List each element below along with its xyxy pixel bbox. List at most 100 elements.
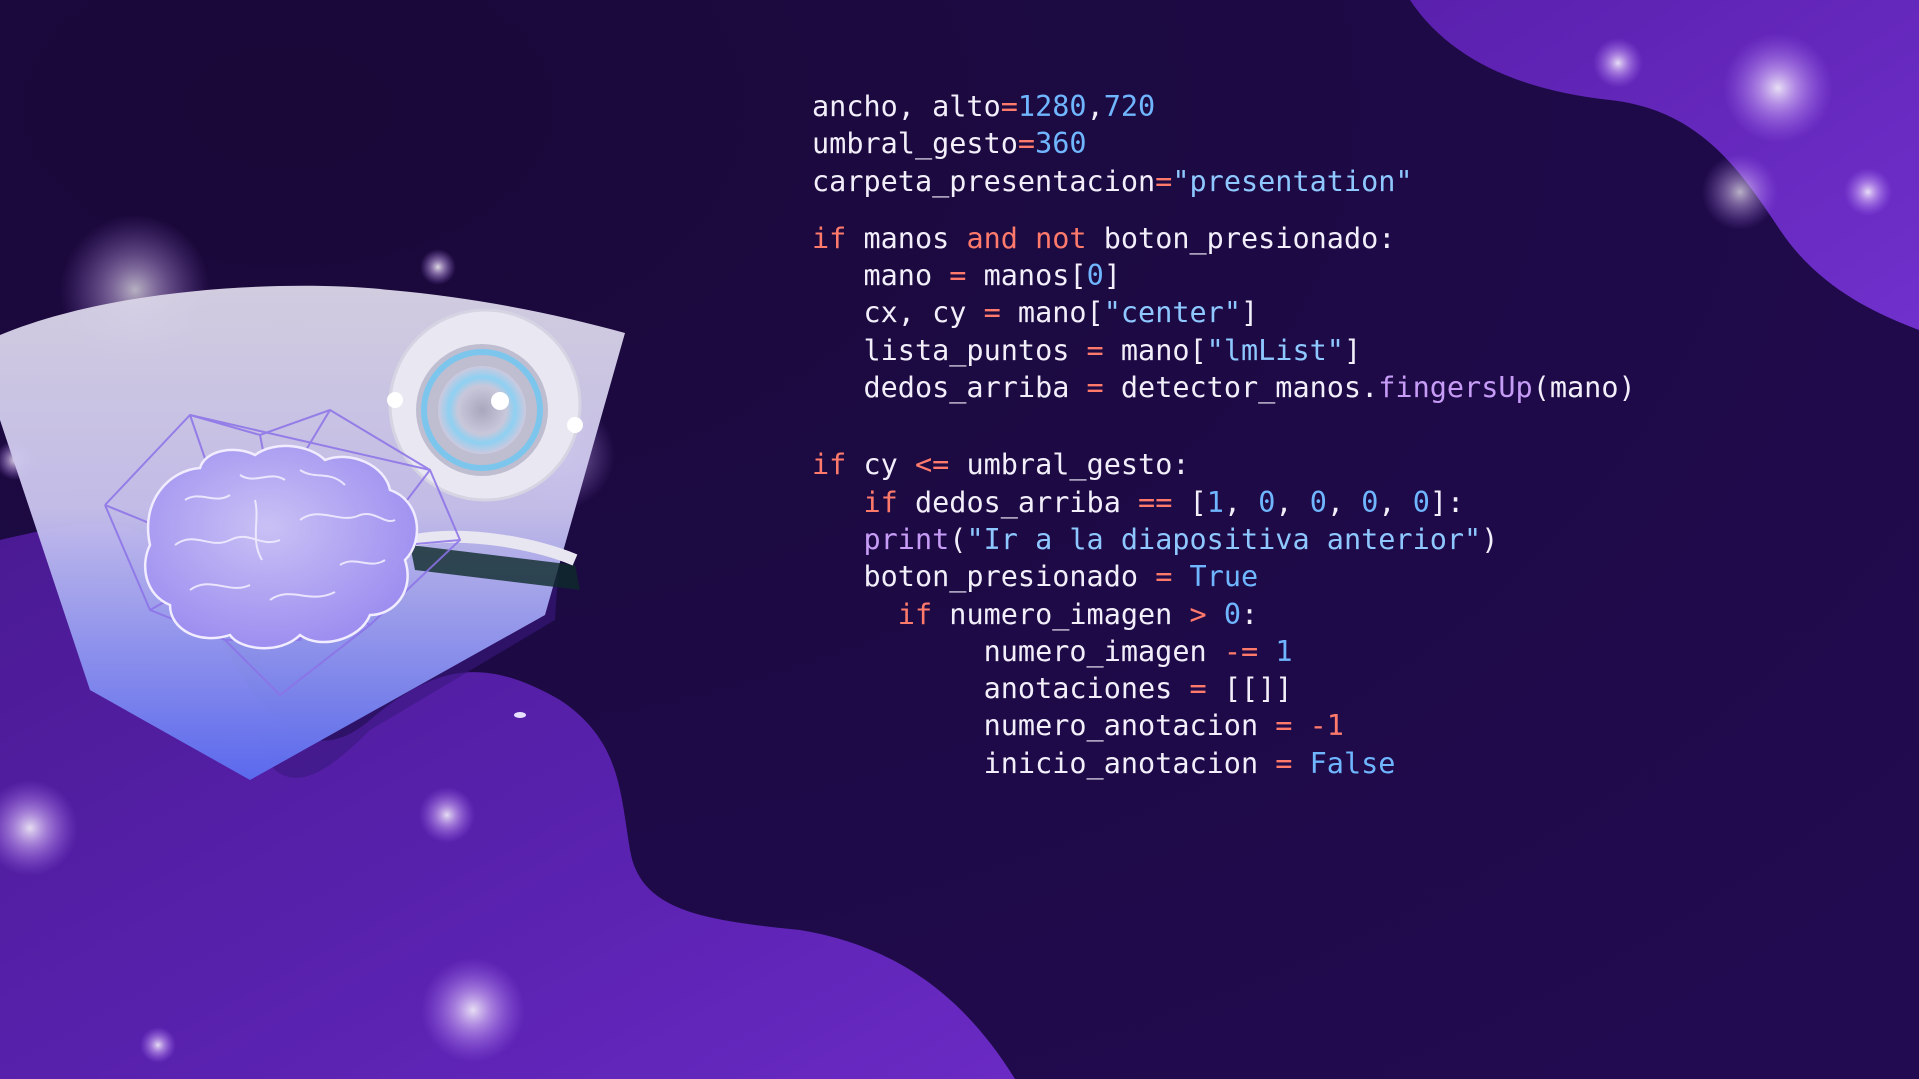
- code-token-op: =: [1000, 90, 1018, 123]
- code-token-kw: if: [897, 597, 933, 631]
- code-line: boton_presionado = True: [812, 558, 1636, 595]
- code-block: ancho, alto=1280,720 umbral_gesto=360 carp…: [812, 88, 1636, 782]
- code-token: inicio_anotacion: [983, 746, 1276, 780]
- code-token-fn: print: [863, 522, 950, 556]
- code-token: ,: [1086, 90, 1104, 123]
- code-token: numero_imagen: [983, 634, 1224, 668]
- code-token-op: =: [1275, 746, 1293, 780]
- code-token: dedos_arriba: [897, 485, 1139, 519]
- code-token-op: =: [1155, 164, 1173, 198]
- code-token-op: =: [949, 259, 967, 293]
- code-token: numero_imagen: [932, 597, 1190, 631]
- code-token-op: =: [1017, 127, 1036, 161]
- code-line: anotaciones = [[]]: [812, 670, 1636, 707]
- code-line: dedos_arriba = detector_manos.fingersUp(…: [812, 369, 1636, 406]
- code-token: dedos_arriba: [863, 371, 1087, 405]
- glow-orb: [420, 249, 456, 285]
- glow-orb: [1702, 154, 1778, 230]
- code-token-op: =: [1275, 709, 1293, 743]
- glow-orb: [140, 1027, 176, 1063]
- code-token-num: 1280: [1017, 90, 1087, 123]
- code-token-op: =: [1086, 333, 1104, 367]
- code-token: (: [949, 522, 967, 556]
- code-token-bool: True: [1189, 560, 1259, 594]
- code-token-num: 0: [1361, 485, 1379, 519]
- code-token: ,: [1326, 485, 1362, 519]
- code-line: numero_anotacion = -1: [812, 707, 1636, 744]
- code-token: (mano): [1532, 371, 1636, 405]
- code-token-kw: not: [1035, 221, 1087, 255]
- code-token: ,: [1378, 485, 1413, 519]
- code-token: numero_anotacion: [983, 709, 1276, 743]
- code-token: ,: [1275, 485, 1310, 519]
- code-line: if manos and not boton_presionado:: [812, 220, 1636, 257]
- code-token-fn: fingersUp: [1378, 371, 1533, 405]
- code-token-str: "Ir a la diapositiva anterior": [966, 522, 1482, 556]
- code-line: mano = manos[0]: [812, 257, 1636, 294]
- code-token: umbral_gesto: [812, 127, 1018, 161]
- code-token-kw: if: [812, 448, 847, 482]
- code-token: carpeta_presentacion: [812, 164, 1156, 198]
- code-token: manos[: [966, 259, 1087, 293]
- code-token-str: "center": [1103, 296, 1241, 330]
- code-token: [: [1172, 485, 1207, 519]
- code-token: cx, cy: [863, 296, 984, 330]
- code-token-num: 1: [1275, 634, 1293, 668]
- code-token-op: =: [1155, 560, 1173, 594]
- code-token: ]: [1103, 259, 1121, 293]
- code-token: manos: [846, 221, 967, 255]
- glow-orb: [1844, 168, 1892, 216]
- code-token: detector_manos.: [1103, 371, 1379, 405]
- code-token-str: "lmList": [1206, 333, 1344, 367]
- code-line: print("Ir a la diapositiva anterior"): [812, 521, 1636, 558]
- code-token: mano[: [1000, 296, 1104, 330]
- code-line: inicio_anotacion = False: [812, 745, 1636, 782]
- code-line: ancho, alto=1280,720: [812, 88, 1636, 125]
- code-token-kw: if: [863, 485, 898, 519]
- code-line: cx, cy = mano["center"]: [812, 294, 1636, 331]
- code-token: mano: [863, 259, 950, 293]
- code-line: if dedos_arriba == [1, 0, 0, 0, 0]:: [812, 484, 1636, 521]
- code-token: mano[: [1103, 333, 1207, 367]
- slide-canvas: ancho, alto=1280,720 umbral_gesto=360 carp…: [0, 0, 1919, 1079]
- code-token-op: -1: [1309, 709, 1344, 743]
- code-token-num: 0: [1309, 485, 1327, 519]
- code-line: if numero_imagen > 0:: [812, 596, 1636, 633]
- code-token: ]: [1241, 296, 1259, 330]
- code-token-kw: if: [812, 221, 847, 255]
- code-line: umbral_gesto=360: [812, 125, 1636, 162]
- code-token-str: "presentation": [1172, 164, 1413, 198]
- glow-dot: [514, 712, 526, 718]
- glow-orb: [1723, 33, 1833, 143]
- code-token-op: <=: [914, 448, 950, 482]
- code-token: umbral_gesto:: [949, 448, 1190, 482]
- code-token-op: ==: [1138, 485, 1173, 519]
- code-token-op: =: [983, 296, 1001, 330]
- code-token: cy: [846, 448, 915, 482]
- code-token: :: [1241, 597, 1259, 631]
- code-token: ]:: [1429, 485, 1465, 519]
- code-token: ): [1481, 522, 1499, 556]
- code-token-op: >: [1189, 597, 1207, 631]
- code-token-op: -=: [1223, 634, 1259, 668]
- glow-orb: [421, 958, 525, 1062]
- code-line: carpeta_presentacion="presentation": [812, 163, 1636, 200]
- code-line: lista_puntos = mano["lmList"]: [812, 332, 1636, 369]
